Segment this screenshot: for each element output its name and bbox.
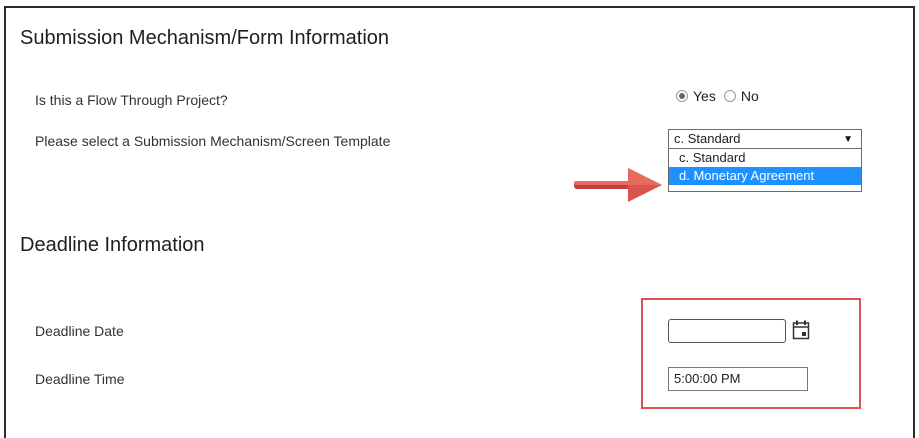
submission-heading: Submission Mechanism/Form Information <box>20 27 390 49</box>
red-arrow-right-icon <box>574 168 662 202</box>
radio-no-label[interactable]: No <box>741 88 759 104</box>
flow-through-label: Is this a Flow Through Project? <box>35 92 228 108</box>
flow-through-radio-group: Yes No <box>676 88 767 104</box>
radio-yes-label[interactable]: Yes <box>693 88 716 104</box>
radio-yes[interactable] <box>676 90 688 102</box>
template-select[interactable]: c. Standard ▼ <box>668 129 862 149</box>
template-selected-value: c. Standard <box>674 131 741 146</box>
option-monetary-agreement[interactable]: d. Monetary Agreement <box>669 167 861 185</box>
highlight-box <box>641 298 861 409</box>
deadline-time-input[interactable]: 5:00:00 PM <box>668 367 808 391</box>
deadline-heading: Deadline Information <box>20 234 205 256</box>
deadline-time-label: Deadline Time <box>35 371 125 387</box>
option-standard[interactable]: c. Standard <box>669 149 861 167</box>
radio-no[interactable] <box>723 90 736 102</box>
deadline-date-input[interactable] <box>668 319 786 343</box>
caret-down-icon: ▼ <box>843 134 853 145</box>
template-label: Please select a Submission Mechanism/Scr… <box>35 133 391 149</box>
deadline-date-label: Deadline Date <box>35 323 124 339</box>
template-dropdown-list: c. Standard d. Monetary Agreement <box>668 149 862 192</box>
calendar-icon[interactable] <box>792 320 810 340</box>
